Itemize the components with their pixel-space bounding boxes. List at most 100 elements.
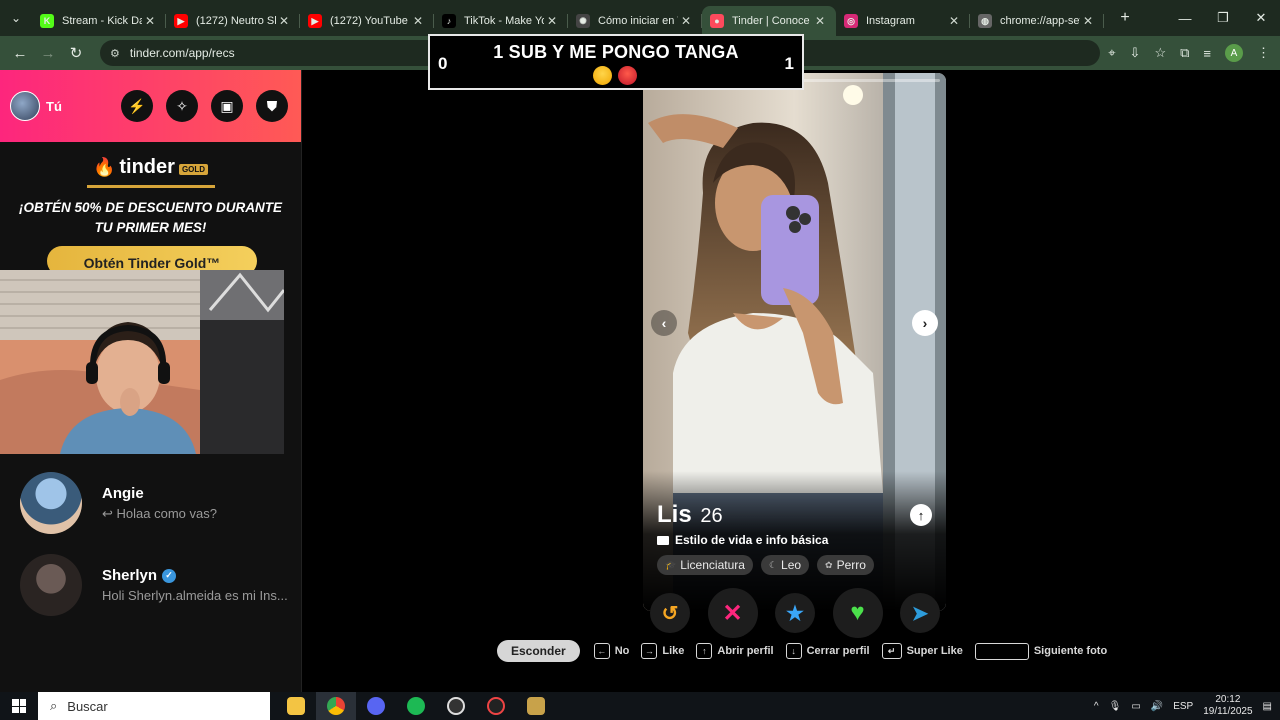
browser-tab[interactable]: ● Tinder | Conoce a ✕ (702, 6, 836, 36)
shortcut-close-profile: ↓ Cerrar perfil (785, 643, 870, 659)
angry-emoji-icon (618, 66, 637, 85)
gold-badge: GOLD (178, 164, 209, 175)
enter-key-icon: ↵ (881, 643, 902, 659)
tab-close-icon[interactable]: ✕ (544, 14, 560, 28)
tray-chevron-icon[interactable]: ^ (1094, 701, 1099, 712)
taskbar-search[interactable]: ⌕ Buscar (38, 692, 270, 720)
notifications-icon[interactable]: ▤ (1263, 701, 1272, 712)
explore-compass-icon[interactable]: ✧ (166, 90, 198, 122)
tab-title: Tinder | Conoce a (732, 15, 812, 27)
forward-arrow-icon[interactable]: → (34, 45, 62, 62)
shortcut-like: → Like (641, 643, 684, 659)
search-placeholder: Buscar (67, 698, 108, 714)
name-text: Lis (657, 501, 692, 528)
tab-favicon-icon: ▶ (174, 14, 188, 28)
profile-name[interactable]: Lis 26 (657, 501, 723, 529)
tab-search-chevron-icon[interactable]: ⌄ (0, 0, 32, 36)
sidebar-header: Tú ⚡ ✧ ▣ ⛊ (0, 70, 301, 142)
tab-title: chrome://app-sett (1000, 15, 1080, 27)
open-profile-arrow-icon[interactable]: ↑ (910, 504, 932, 526)
profile-card[interactable]: ‹ › Lis 26 ↑ Estilo de vida e info básic… (643, 73, 946, 611)
boost-button[interactable]: ➤ (900, 593, 940, 633)
back-arrow-icon[interactable]: ← (6, 45, 34, 62)
verified-badge-icon: ✓ (162, 568, 177, 583)
location-icon[interactable]: ⌖ (1108, 45, 1115, 61)
rewind-button[interactable]: ↺ (650, 593, 690, 633)
like-button[interactable]: ♥ (832, 588, 883, 638)
tab-close-icon[interactable]: ✕ (410, 14, 426, 28)
safety-shield-icon[interactable]: ⛊ (256, 90, 288, 122)
shortcut-super-like: ↵ Super Like (881, 643, 963, 659)
chrome-icon[interactable] (316, 692, 356, 720)
browser-tab[interactable]: ✺ Cómo iniciar en Ti ✕ (568, 6, 702, 36)
browser-tab[interactable]: ♪ TikTok - Make You✕ (434, 6, 568, 36)
reload-icon[interactable]: ↻ (62, 44, 90, 62)
tab-close-icon[interactable]: ✕ (1080, 14, 1096, 28)
tab-favicon-icon: ✺ (576, 14, 590, 28)
minimize-icon[interactable]: — (1166, 0, 1204, 36)
briefcase-icon[interactable]: ▣ (211, 90, 243, 122)
new-tab-button[interactable]: + (1110, 9, 1140, 27)
match-name: Sherlyn ✓ (102, 567, 288, 584)
site-info-icon[interactable]: ⚙ (110, 47, 120, 60)
shortcut-label: Abrir perfil (717, 645, 774, 657)
tag-icon (657, 535, 669, 545)
browser-tab[interactable]: ▶ (1272) Neutro Sho✕ (166, 6, 300, 36)
start-button[interactable] (0, 692, 38, 720)
chip-label: Licenciatura (680, 558, 745, 572)
clock[interactable]: 20:12 19/11/2025 (1203, 694, 1252, 718)
browser-tab[interactable]: K Stream - Kick Dash✕ (32, 6, 166, 36)
chip-pet: ✿ Perro (817, 555, 874, 575)
recorder-icon[interactable] (476, 692, 516, 720)
windows-taskbar: ⌕ Buscar ^ 🎙 ▭ 🔊 ESP 20:12 19/11/2025 ▤ (0, 692, 1280, 720)
spotify-icon[interactable] (396, 692, 436, 720)
windows-logo-icon (12, 699, 26, 713)
display-icon[interactable]: ▭ (1131, 701, 1140, 712)
media-controls-icon[interactable]: ≡ (1203, 46, 1211, 61)
boost-bolt-icon[interactable]: ⚡ (121, 90, 153, 122)
language-indicator[interactable]: ESP (1173, 701, 1193, 712)
extensions-icon[interactable]: ⧉ (1180, 45, 1189, 61)
tab-favicon-icon: ▶ (308, 14, 322, 28)
microphone-icon[interactable]: 🎙 (1109, 701, 1122, 712)
user-avatar[interactable] (10, 91, 40, 121)
volume-icon[interactable]: 🔊 (1151, 701, 1163, 712)
match-name: Angie (102, 485, 217, 502)
tab-close-icon[interactable]: ✕ (812, 14, 828, 28)
match-info: Angie ↩ Holaa como vas? (102, 485, 217, 522)
system-tray: ^ 🎙 ▭ 🔊 ESP 20:12 19/11/2025 ▤ (1094, 692, 1272, 720)
more-menu-icon[interactable]: ⋮ (1257, 45, 1270, 61)
browser-tab[interactable]: ◍ chrome://app-sett ✕ (970, 6, 1104, 36)
previous-photo-icon[interactable]: ‹ (651, 310, 677, 336)
file-explorer-icon[interactable] (276, 692, 316, 720)
discord-icon[interactable] (356, 692, 396, 720)
browser-tab[interactable]: ▶ (1272) YouTube ✕ (300, 6, 434, 36)
super-like-button[interactable]: ★ (775, 593, 815, 633)
tinder-gold-logo: 🔥 tinder GOLD (93, 156, 209, 179)
tab-close-icon[interactable]: ✕ (276, 14, 292, 28)
tab-close-icon[interactable]: ✕ (946, 14, 962, 28)
tab-close-icon[interactable]: ✕ (678, 14, 694, 28)
chip-zodiac: ☾ Leo (760, 555, 810, 575)
profile-avatar[interactable]: A (1225, 44, 1243, 62)
section-title: Estilo de vida e info básica (675, 533, 829, 547)
tab-close-icon[interactable]: ✕ (142, 14, 158, 28)
tab-title: Instagram (866, 15, 915, 27)
hide-shortcuts-button[interactable]: Esconder (497, 640, 580, 662)
next-photo-icon[interactable]: › (912, 310, 938, 336)
user-label[interactable]: Tú (46, 99, 121, 114)
obs-icon[interactable] (436, 692, 476, 720)
gold-divider (86, 185, 215, 188)
bookmark-star-icon[interactable]: ☆ (1154, 45, 1166, 61)
chip-label: Leo (781, 558, 802, 572)
match-item[interactable]: Sherlyn ✓ Holi Sherlyn.almeida es mi Ins..… (0, 544, 302, 626)
match-item[interactable]: Angie ↩ Holaa como vas? (0, 462, 302, 544)
close-window-icon[interactable]: ✕ (1242, 0, 1280, 36)
league-of-legends-icon[interactable] (516, 692, 556, 720)
nope-button[interactable]: ✕ (707, 588, 758, 638)
browser-tab[interactable]: ◎ Instagram ✕ (836, 6, 970, 36)
restore-icon[interactable]: ❐ (1204, 0, 1242, 36)
match-name-text: Angie (102, 484, 144, 502)
install-app-icon[interactable]: ⇩ (1130, 45, 1141, 61)
left-key-icon: ← (593, 643, 610, 659)
